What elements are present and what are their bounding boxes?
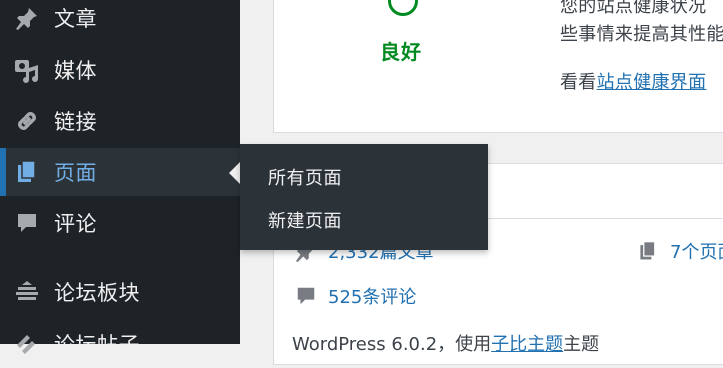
pages-icon bbox=[14, 159, 40, 185]
comment-icon bbox=[14, 210, 40, 236]
flyout-item-all-pages[interactable]: 所有页面 bbox=[268, 164, 342, 190]
health-description-line2: 些事情来提高其性能 bbox=[560, 24, 723, 45]
health-status-label: 良好 bbox=[380, 40, 422, 64]
sidebar-item-label: 评论 bbox=[54, 212, 97, 236]
admin-sidebar: 文章 媒体 链接 页面 评论 论坛板块 论坛帖子 bbox=[0, 0, 240, 357]
sidebar-item-label: 论坛帖子 bbox=[54, 333, 140, 357]
pages-icon bbox=[636, 239, 660, 263]
sidebar-item-comments[interactable]: 评论 bbox=[0, 199, 240, 247]
flyout-pointer bbox=[229, 162, 240, 184]
glance-version-text: WordPress 6.0.2，使用子比主题主题 bbox=[292, 330, 599, 356]
version-prefix: WordPress 6.0.2，使用 bbox=[292, 334, 492, 355]
sidebar-item-label: 论坛板块 bbox=[54, 281, 140, 305]
glance-pages-count: 7个页面 bbox=[670, 242, 723, 263]
pushpin-icon bbox=[14, 5, 40, 31]
forum-icon bbox=[14, 279, 40, 305]
health-description-line1: 您的站点健康状况 bbox=[560, 0, 707, 17]
sidebar-item-media[interactable]: 媒体 bbox=[0, 46, 240, 94]
sidebar-item-label: 链接 bbox=[54, 110, 97, 134]
sidebar-item-label: 媒体 bbox=[54, 59, 97, 83]
sidebar-item-topics[interactable]: 论坛帖子 bbox=[0, 320, 240, 368]
sidebar-item-pages[interactable]: 页面 bbox=[0, 148, 240, 196]
comment-icon bbox=[294, 284, 318, 308]
glance-comments-link[interactable]: 525条评论 bbox=[294, 283, 416, 309]
current-indicator bbox=[0, 148, 6, 196]
theme-link[interactable]: 子比主题 bbox=[491, 334, 563, 355]
sidebar-item-links[interactable]: 链接 bbox=[0, 97, 240, 145]
flyout-item-new-page[interactable]: 新建页面 bbox=[268, 207, 342, 233]
sidebar-item-forums[interactable]: 论坛板块 bbox=[0, 268, 240, 316]
site-health-link[interactable]: 站点健康界面 bbox=[597, 72, 707, 93]
glance-comments-count: 525条评论 bbox=[328, 287, 417, 308]
pages-flyout-menu: 所有页面 新建页面 bbox=[240, 144, 488, 250]
sidebar-item-label: 页面 bbox=[54, 161, 97, 185]
sidebar-item-posts[interactable]: 文章 bbox=[0, 0, 240, 42]
health-see-prefix: 看看 bbox=[560, 72, 597, 93]
glance-pages-link[interactable]: 7个页面 bbox=[636, 238, 723, 264]
version-suffix: 主题 bbox=[563, 334, 600, 355]
topic-icon bbox=[14, 331, 40, 357]
media-icon bbox=[14, 57, 40, 83]
sidebar-item-label: 文章 bbox=[54, 7, 97, 31]
link-icon bbox=[14, 108, 40, 134]
health-see-more: 看看站点健康界面 bbox=[560, 68, 706, 94]
